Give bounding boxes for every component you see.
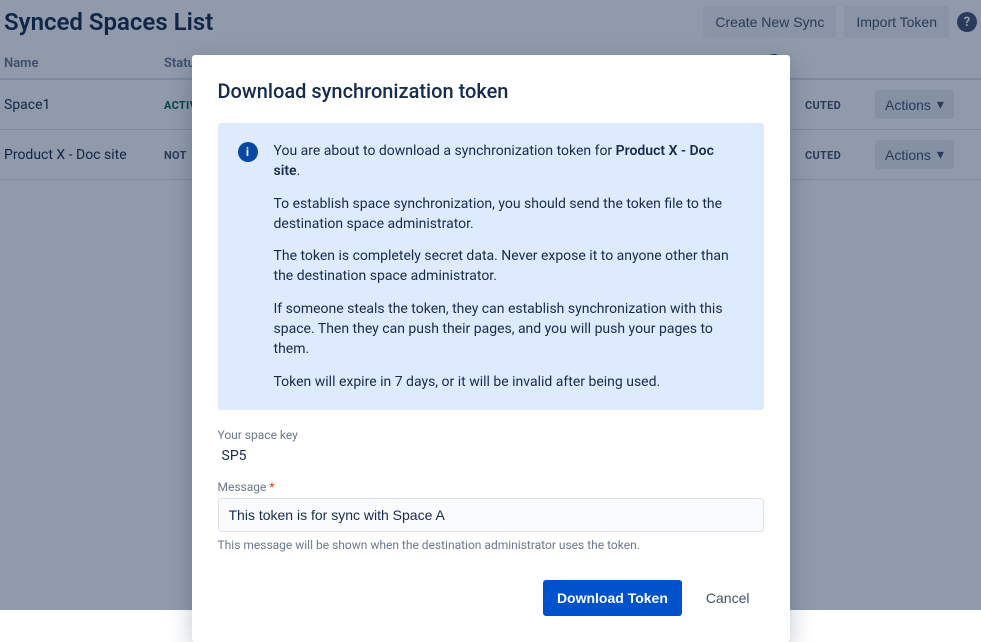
modal-title: Download synchronization token xyxy=(218,79,764,103)
modal-actions: Download Token Cancel xyxy=(218,580,764,616)
info-line-2: To establish space synchronization, you … xyxy=(274,194,744,235)
message-field: Message * This message will be shown whe… xyxy=(218,480,764,552)
info-panel: i You are about to download a synchroniz… xyxy=(218,123,764,410)
info-line-3: The token is completely secret data. Nev… xyxy=(274,246,744,287)
message-input[interactable] xyxy=(218,498,764,532)
info-content: You are about to download a synchronizat… xyxy=(274,141,744,392)
info-icon: i xyxy=(238,142,258,162)
space-key-value: SP5 xyxy=(218,446,764,466)
download-token-modal: Download synchronization token i You are… xyxy=(192,55,790,642)
message-label: Message * xyxy=(218,480,764,494)
download-token-button[interactable]: Download Token xyxy=(543,580,682,616)
cancel-button[interactable]: Cancel xyxy=(692,580,764,616)
info-line-5: Token will expire in 7 days, or it will … xyxy=(274,372,744,392)
message-hint: This message will be shown when the dest… xyxy=(218,538,764,552)
space-key-field: Your space key SP5 xyxy=(218,428,764,466)
modal-overlay: Download synchronization token i You are… xyxy=(0,0,981,610)
required-indicator: * xyxy=(266,480,274,494)
info-line-4: If someone steals the token, they can es… xyxy=(274,299,744,360)
space-key-label: Your space key xyxy=(218,428,764,442)
info-line-1: You are about to download a synchronizat… xyxy=(274,141,744,182)
